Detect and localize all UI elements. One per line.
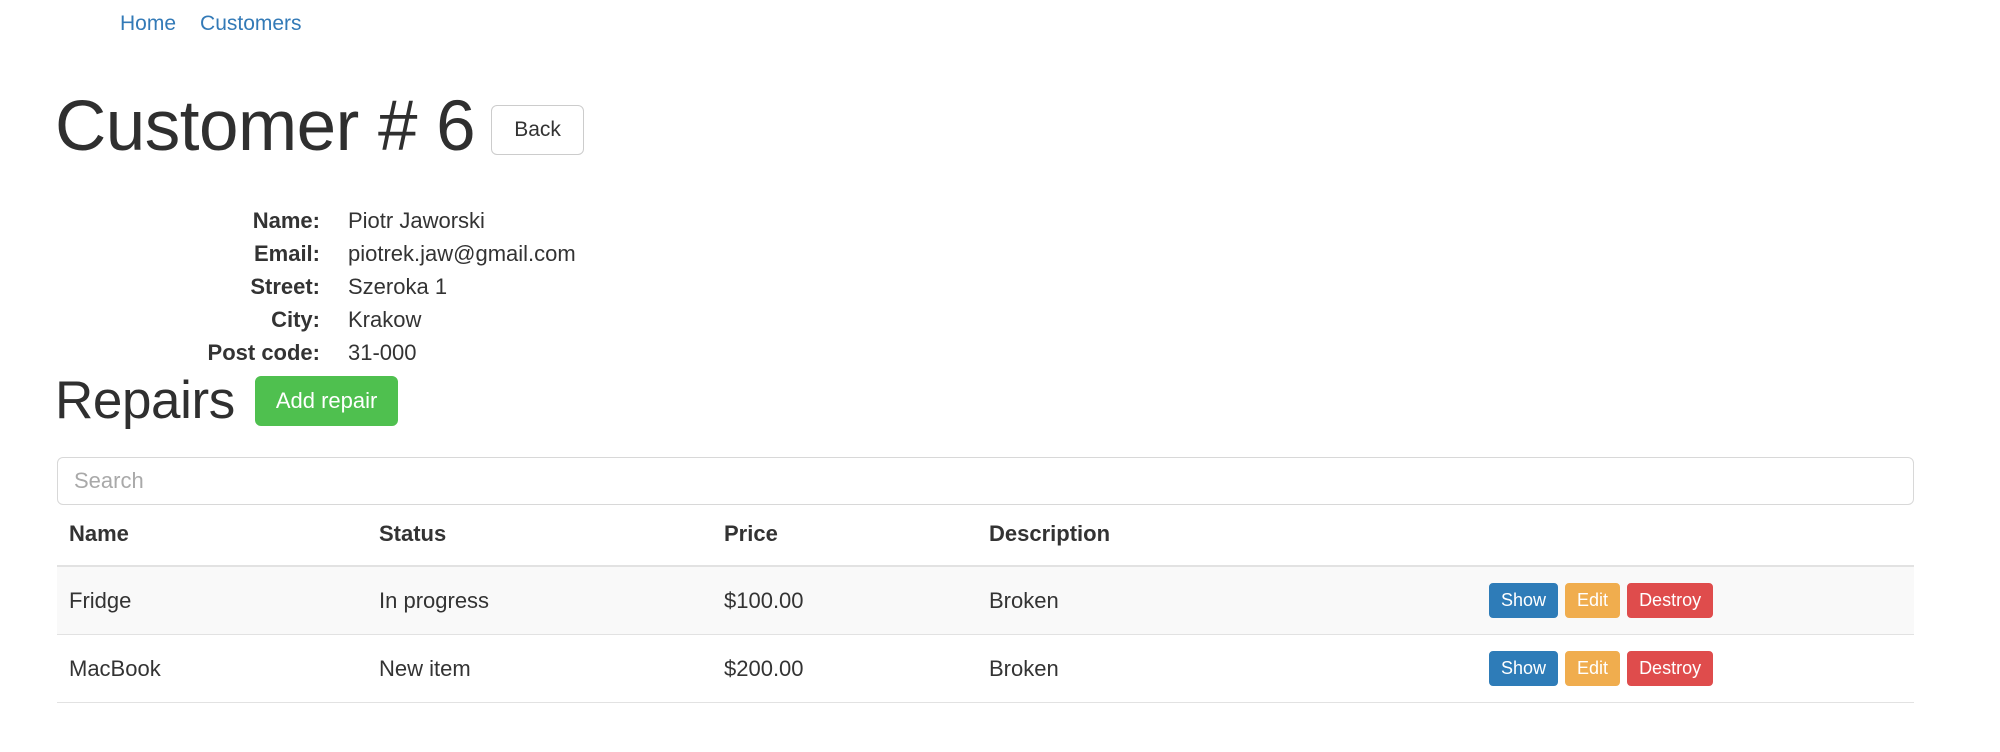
nav-link-customers[interactable]: Customers [200, 12, 302, 35]
detail-row-city: City: Krakow [0, 303, 1000, 336]
nav-link-home[interactable]: Home [120, 12, 176, 35]
cell-status: In progress [379, 566, 724, 635]
cell-price: $100.00 [724, 566, 989, 635]
detail-value-name: Piotr Jaworski [348, 208, 485, 233]
detail-row-street: Street: Szeroka 1 [0, 270, 1000, 303]
table-head: Name Status Price Description [57, 521, 1914, 567]
page-title: Customer # 6 [55, 87, 476, 166]
table-header-row: Name Status Price Description [57, 521, 1914, 567]
add-repair-button[interactable]: Add repair [254, 376, 399, 426]
cell-name: MacBook [57, 634, 379, 703]
back-button[interactable]: Back [491, 105, 584, 155]
detail-term-email: Email: [253, 241, 320, 266]
column-header-description: Description [989, 521, 1489, 567]
cell-actions: Show Edit Destroy [1489, 634, 1914, 703]
row-action-group: Show Edit Destroy [1489, 651, 1914, 686]
breadcrumb: Home Customers [120, 10, 302, 38]
cell-description: Broken [989, 566, 1489, 635]
table-row: Fridge In progress $100.00 Broken Show E… [57, 566, 1914, 635]
cell-actions: Show Edit Destroy [1489, 566, 1914, 635]
column-header-actions [1489, 521, 1914, 567]
destroy-button[interactable]: Destroy [1627, 651, 1714, 686]
detail-value-email: piotrek.jaw@gmail.com [348, 241, 576, 266]
page-header: Customer # 6 Back [55, 88, 584, 166]
cell-status: New item [379, 634, 724, 703]
page-root: Home Customers Customer # 6 Back Name: Pi… [0, 0, 2000, 752]
detail-row-name: Name: Piotr Jaworski [0, 204, 1000, 237]
detail-term-post-code: Post code: [207, 340, 320, 365]
detail-value-post-code: 31-000 [348, 340, 417, 365]
detail-term-city: City: [271, 307, 320, 332]
cell-price: $200.00 [724, 634, 989, 703]
destroy-button[interactable]: Destroy [1627, 583, 1714, 618]
detail-term-name: Name: [252, 208, 320, 233]
table-row: MacBook New item $200.00 Broken Show Edi… [57, 634, 1914, 703]
detail-value-street: Szeroka 1 [348, 274, 448, 299]
repairs-table: Name Status Price Description Fridge In … [57, 521, 1914, 703]
detail-row-post-code: Post code: 31-000 [0, 336, 1000, 369]
show-button[interactable]: Show [1489, 651, 1559, 686]
repairs-header: Repairs Add repair [55, 371, 399, 431]
cell-name: Fridge [57, 566, 379, 635]
detail-row-email: Email: piotrek.jaw@gmail.com [0, 237, 1000, 270]
repairs-title: Repairs [55, 371, 235, 430]
customer-details-list: Name: Piotr Jaworski Email: piotrek.jaw@… [0, 204, 1000, 369]
show-button[interactable]: Show [1489, 583, 1559, 618]
row-action-group: Show Edit Destroy [1489, 583, 1914, 618]
table-body: Fridge In progress $100.00 Broken Show E… [57, 566, 1914, 703]
search-input[interactable] [57, 457, 1914, 505]
edit-button[interactable]: Edit [1565, 651, 1621, 686]
cell-description: Broken [989, 634, 1489, 703]
column-header-price: Price [724, 521, 989, 567]
column-header-status: Status [379, 521, 724, 567]
detail-value-city: Krakow [348, 307, 422, 332]
column-header-name: Name [57, 521, 379, 567]
detail-term-street: Street: [250, 274, 320, 299]
edit-button[interactable]: Edit [1565, 583, 1621, 618]
